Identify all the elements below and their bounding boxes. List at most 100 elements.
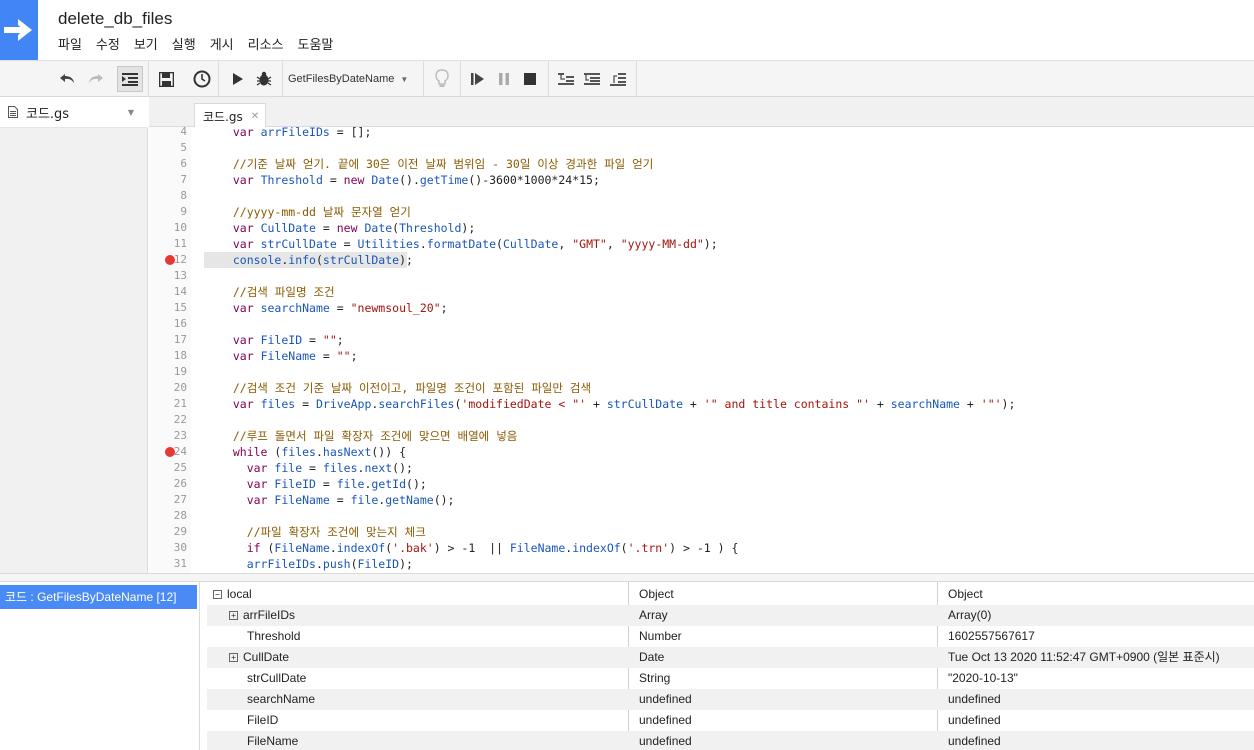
variable-name-cell: strCullDate (207, 668, 628, 689)
line-number[interactable]: 7 (149, 172, 187, 188)
line-number[interactable]: 14 (149, 284, 187, 300)
variable-name-cell: Threshold (207, 626, 628, 647)
line-number[interactable]: 22 (149, 412, 187, 428)
redo-icon[interactable] (82, 66, 108, 92)
project-title[interactable]: delete_db_files (58, 9, 172, 29)
code-line: var FileName = ""; (232, 349, 358, 363)
code-line: while (files.hasNext()) { (232, 445, 406, 459)
menu-resources[interactable]: 리소스 (242, 36, 290, 56)
variable-row[interactable]: FileName undefined undefined (207, 731, 1254, 750)
variable-row[interactable]: + arrFileIDs Array Array(0) (207, 605, 1254, 626)
variable-type: String (639, 671, 671, 685)
lightbulb-icon[interactable] (429, 66, 455, 92)
step-into-icon[interactable] (553, 66, 579, 92)
line-number[interactable]: 30 (149, 540, 187, 556)
call-stack-frame[interactable]: 코드 : GetFilesByDateName [12] (0, 585, 197, 609)
variable-name: FileID (247, 713, 279, 727)
menu-file[interactable]: 파일 (52, 36, 88, 56)
line-number[interactable]: 16 (149, 316, 187, 332)
line-number-gutter[interactable]: 4 5 6 7 8 9 10 11 12 13 14 15 16 17 18 19 20 21 22 23 24 25 26… (149, 127, 191, 573)
debug-bug-icon[interactable] (251, 66, 277, 92)
variable-name: arrFileIDs (243, 608, 296, 622)
line-number[interactable]: 18 (149, 348, 187, 364)
close-icon[interactable]: ✕ (251, 111, 259, 122)
code-line: //파일 확장자 조건에 맞는지 체크 (246, 525, 426, 539)
variable-value: Object (948, 587, 983, 601)
line-number[interactable]: 26 (149, 476, 187, 492)
line-number[interactable]: 15 (149, 300, 187, 316)
function-select[interactable]: GetFilesByDateName ▼ (288, 66, 408, 92)
line-number[interactable]: 17 (149, 332, 187, 348)
variable-row[interactable]: FileID undefined undefined (207, 710, 1254, 731)
line-number[interactable]: 27 (149, 492, 187, 508)
indent-icon[interactable] (117, 66, 143, 92)
variable-type: Date (639, 650, 665, 664)
tab-code-gs[interactable]: 코드.gs ✕ (194, 103, 267, 128)
line-number[interactable]: 31 (149, 556, 187, 572)
file-panel: 코드.gs ▼ (0, 97, 148, 573)
line-number[interactable]: 23 (149, 428, 187, 444)
file-item-label: 코드.gs (26, 106, 70, 122)
save-icon[interactable] (153, 66, 179, 92)
menu-publish[interactable]: 게시 (204, 36, 240, 56)
pause-icon[interactable] (491, 66, 517, 92)
line-number[interactable]: 11 (149, 236, 187, 252)
step-over-icon[interactable] (579, 66, 605, 92)
breakpoint-icon[interactable] (165, 255, 175, 265)
menu-run[interactable]: 실행 (166, 36, 202, 56)
menu-help[interactable]: 도움말 (292, 36, 340, 56)
code-line: arrFileIDs.push(FileID); (246, 557, 413, 571)
file-item-code-gs[interactable]: 코드.gs ▼ (0, 97, 148, 128)
variable-row[interactable]: searchName undefined undefined (207, 689, 1254, 710)
code-line: var FileID = file.getId(); (246, 477, 427, 491)
variable-name: Threshold (247, 629, 301, 643)
code-line: //루프 돌면서 파일 확장자 조건에 맞으면 배열에 넣음 (232, 429, 518, 443)
variable-row[interactable]: strCullDate String "2020-10-13" (207, 668, 1254, 689)
variable-row[interactable]: + CullDate Date Tue Oct 13 2020 11:52:47 GM… (207, 647, 1254, 668)
code-line: //기준 날짜 얻기. 끝에 30은 이전 날짜 범위임 - 30일 이상 경과… (232, 157, 654, 171)
line-number[interactable]: 10 (149, 220, 187, 236)
line-number[interactable]: 28 (149, 508, 187, 524)
line-number[interactable]: 4 (149, 127, 187, 140)
code-line: var searchName = "newmsoul_20"; (232, 301, 448, 315)
code-line: var FileName = file.getName(); (246, 493, 455, 507)
line-number[interactable]: 19 (149, 364, 187, 380)
variable-type: undefined (639, 692, 692, 706)
stop-icon[interactable] (517, 66, 543, 92)
line-number[interactable]: 9 (149, 204, 187, 220)
code-line: //yyyy-mm-dd 날짜 문자열 얻기 (232, 205, 411, 219)
chevron-down-icon[interactable]: ▼ (128, 108, 134, 117)
panel-splitter[interactable] (0, 573, 1254, 582)
variable-value: undefined (948, 713, 1001, 727)
line-number[interactable]: 29 (149, 524, 187, 540)
triggers-clock-icon[interactable] (189, 66, 215, 92)
menu-edit[interactable]: 수정 (90, 36, 126, 56)
step-out-icon[interactable] (605, 66, 631, 92)
variable-name-cell: − local (207, 584, 628, 605)
continue-icon[interactable] (465, 66, 491, 92)
variable-row[interactable]: − local Object Object (207, 584, 1254, 605)
line-number[interactable]: 25 (149, 460, 187, 476)
menu-view[interactable]: 보기 (128, 36, 164, 56)
breakpoint-icon[interactable] (165, 447, 175, 457)
arrow-right-icon (4, 19, 32, 41)
variable-type: Number (639, 629, 682, 643)
apps-script-logo[interactable] (0, 0, 38, 60)
undo-icon[interactable] (55, 66, 81, 92)
line-number[interactable]: 8 (149, 188, 187, 204)
line-number[interactable]: 5 (149, 140, 187, 156)
chevron-down-icon: ▼ (400, 74, 409, 84)
run-icon[interactable] (225, 66, 251, 92)
expand-icon[interactable]: + (229, 653, 238, 663)
collapse-icon[interactable]: − (213, 590, 222, 600)
code-editor[interactable]: var arrFileIDs = []; //기준 날짜 얻기. 끝에 30은 … (191, 127, 1254, 573)
expand-icon[interactable]: + (229, 611, 238, 621)
line-number[interactable]: 13 (149, 268, 187, 284)
line-number[interactable]: 21 (149, 396, 187, 412)
line-number[interactable]: 6 (149, 156, 187, 172)
function-select-value: GetFilesByDateName (288, 73, 395, 85)
line-number[interactable]: 20 (149, 380, 187, 396)
variable-name-cell: + arrFileIDs (207, 605, 628, 626)
variable-row[interactable]: Threshold Number 1602557567617 (207, 626, 1254, 647)
code-line: //검색 파일명 조건 (232, 285, 335, 299)
